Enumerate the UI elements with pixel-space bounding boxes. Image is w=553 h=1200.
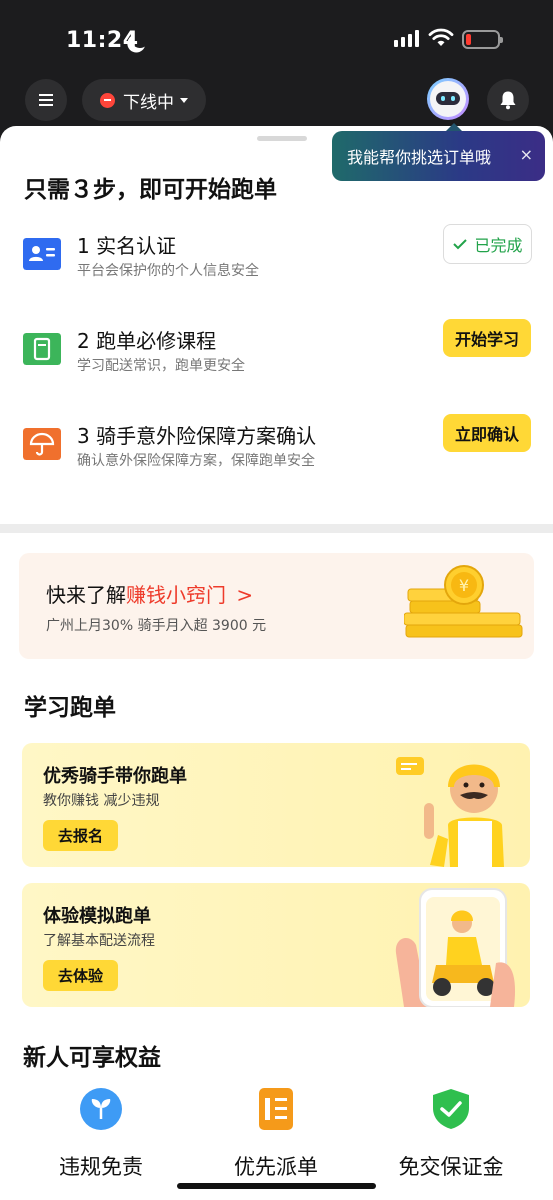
chevron-right-icon: >	[236, 583, 254, 607]
wifi-icon	[428, 28, 454, 46]
step-completed-label: 已完成	[474, 236, 523, 255]
sprout-icon	[80, 1088, 122, 1130]
robot-icon	[430, 81, 466, 117]
step-subtitle: 确认意外保险保障方案，保障跑单安全	[77, 453, 315, 469]
offline-icon	[100, 92, 115, 108]
mentor-ride-card[interactable]: 优秀骑手带你跑单 教你赚钱 减少违规 去报名	[22, 743, 530, 867]
onboarding-sheet: 只需３步，即可开始跑单 1 实名认证 平台会保护你的个人信息安全 已完成 2 跑…	[0, 126, 553, 1200]
tips-banner-title: 快来了解赚钱小窍门 >	[46, 579, 253, 608]
shield-check-icon	[433, 1089, 469, 1129]
try-it-button[interactable]: 去体验	[43, 960, 119, 991]
card-subtitle: 了解基本配送流程	[43, 933, 155, 949]
step-completed-badge: 已完成	[443, 224, 532, 264]
assistant-tooltip-text: 我能帮你挑选订单哦	[347, 148, 492, 167]
phone-scooter-illustration	[395, 888, 516, 1007]
home-indicator[interactable]	[177, 1183, 376, 1189]
tips-title-highlight: 赚钱小窍门	[126, 583, 226, 607]
card-title: 体验模拟跑单	[43, 906, 151, 927]
cellular-signal-icon	[394, 30, 419, 47]
rider-mascot-illustration	[396, 757, 504, 867]
learn-heading: 学习跑单	[24, 695, 116, 721]
simulated-ride-card[interactable]: 体验模拟跑单 了解基本配送流程 去体验	[22, 883, 530, 1007]
benefit-item-priority-dispatch[interactable]: 优先派单	[196, 1088, 356, 1183]
online-status-toggle[interactable]: 下线中	[82, 79, 206, 121]
step-subtitle: 学习配送常识，跑单更安全	[77, 358, 245, 374]
tips-banner-subtitle: 广州上月30% 骑手月入超 3900 元	[46, 618, 267, 634]
benefit-item-no-deposit[interactable]: 免交保证金	[371, 1088, 531, 1183]
benefit-label: 优先派单	[234, 1155, 318, 1179]
earning-tips-banner[interactable]: 快来了解赚钱小窍门 > 广州上月30% 骑手月入超 3900 元 ¥	[19, 553, 534, 659]
bell-icon	[500, 91, 516, 110]
menu-button[interactable]	[25, 79, 67, 121]
benefit-label: 免交保证金	[398, 1155, 504, 1179]
step-title: 3 骑手意外险保障方案确认	[77, 424, 317, 448]
umbrella-icon	[23, 428, 61, 460]
assistant-tooltip: 我能帮你挑选订单哦 ×	[332, 123, 545, 181]
step-item-insurance[interactable]: 3 骑手意外险保障方案确认 确认意外保险保障方案，保障跑单安全 立即确认	[0, 414, 553, 480]
step-title: 2 跑单必修课程	[77, 329, 217, 353]
status-bar: 11:24	[0, 0, 553, 80]
check-icon	[453, 239, 468, 250]
gold-coins-icon: ¥	[404, 565, 523, 638]
sign-up-button[interactable]: 去报名	[43, 820, 119, 851]
benefits-heading: 新人可享权益	[23, 1045, 161, 1071]
assistant-button[interactable]	[427, 78, 469, 120]
close-icon[interactable]: ×	[520, 145, 533, 164]
svg-text:¥: ¥	[459, 576, 469, 595]
sheet-drag-handle[interactable]	[257, 136, 307, 141]
hamburger-icon	[39, 99, 53, 101]
battery-icon	[462, 30, 503, 49]
card-subtitle: 教你赚钱 减少违规	[43, 793, 160, 809]
section-divider	[0, 524, 553, 533]
benefit-item-violation-waiver[interactable]: 违规免责	[21, 1088, 181, 1183]
confirm-insurance-button[interactable]: 立即确认	[443, 414, 531, 452]
step-subtitle: 平台会保护你的个人信息安全	[77, 263, 259, 279]
step-title: 1 实名认证	[77, 234, 177, 258]
clock: 11:24	[66, 28, 139, 53]
course-book-icon	[23, 333, 61, 365]
priority-list-icon	[259, 1088, 293, 1130]
app-screen: 11:24 下线中 我能帮你挑选订单哦 × 只需３步，即可开始跑单 1 实名认证…	[0, 0, 553, 1200]
steps-heading: 只需３步，即可开始跑单	[24, 177, 277, 203]
id-card-icon	[23, 238, 61, 270]
step-item-real-name[interactable]: 1 实名认证 平台会保护你的个人信息安全 已完成	[0, 224, 553, 290]
chevron-down-icon	[180, 97, 188, 103]
card-title: 优秀骑手带你跑单	[43, 766, 187, 787]
tips-title-prefix: 快来了解	[46, 583, 126, 607]
benefit-label: 违规免责	[59, 1155, 143, 1179]
online-status-label: 下线中	[123, 92, 174, 113]
step-item-course[interactable]: 2 跑单必修课程 学习配送常识，跑单更安全 开始学习	[0, 319, 553, 385]
notification-button[interactable]	[487, 79, 529, 121]
start-learning-button[interactable]: 开始学习	[443, 319, 531, 357]
